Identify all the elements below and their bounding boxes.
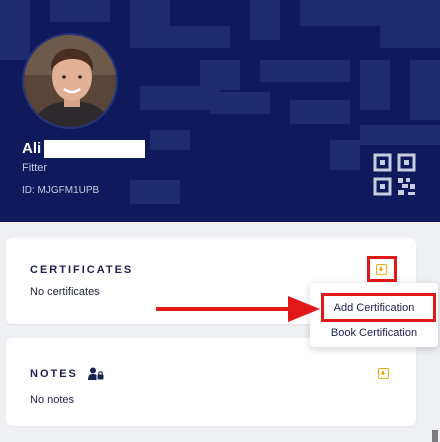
menu-item-book-certification[interactable]: Book Certification: [310, 327, 438, 339]
profile-name: Ali: [22, 140, 42, 157]
notes-empty-text: No notes: [30, 394, 75, 406]
redaction-bar: [44, 140, 145, 158]
certificates-title: CERTIFICATES: [30, 264, 134, 276]
profile-header: Ali Fitter ID: MJGFM1UPB: [0, 0, 440, 222]
notes-title: NOTES: [30, 368, 78, 380]
avatar: [22, 33, 118, 129]
annotation-arrow: [156, 296, 320, 322]
qr-code-icon[interactable]: [372, 152, 418, 198]
certificates-empty-text: No certificates: [30, 286, 100, 298]
profile-role: Fitter: [22, 162, 48, 174]
user-lock-icon: [88, 367, 104, 385]
plus-square-icon[interactable]: [378, 368, 389, 379]
notes-card: NOTES No notes: [6, 338, 416, 426]
scrollbar[interactable]: [432, 430, 438, 442]
add-certification-highlight: [321, 293, 436, 322]
profile-id: ID: MJGFM1UPB: [22, 185, 100, 196]
plus-square-icon[interactable]: [376, 264, 387, 275]
